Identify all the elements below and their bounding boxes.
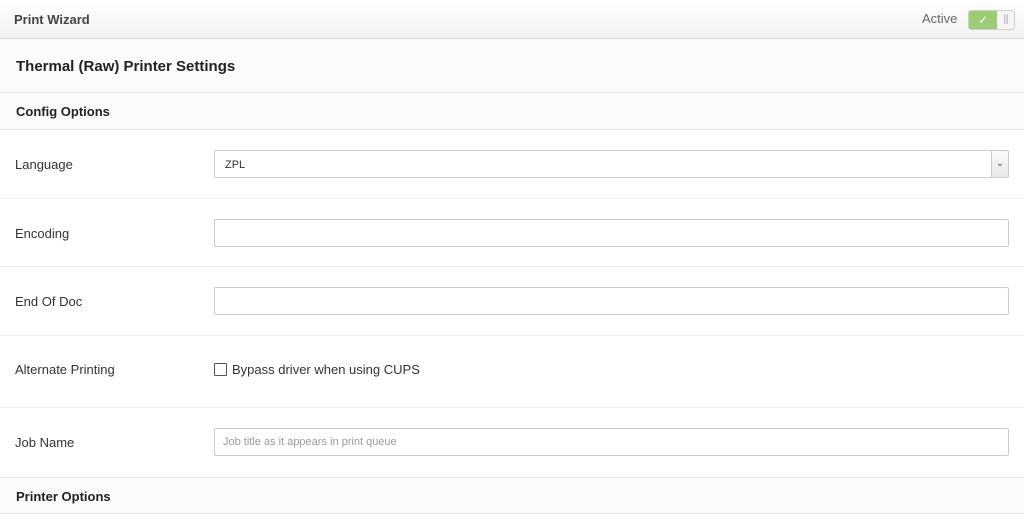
printer-options-header: Printer Options: [0, 477, 1024, 514]
active-toggle[interactable]: ✓ |||: [968, 10, 1015, 30]
panel-header: Thermal (Raw) Printer Settings: [0, 39, 1024, 93]
encoding-input[interactable]: [214, 219, 1009, 247]
toggle-grip-icon: |||: [1003, 14, 1009, 25]
language-label: Language: [15, 157, 73, 172]
encoding-label: Encoding: [15, 226, 70, 241]
language-row: Language ZPL ⌄: [0, 130, 1024, 199]
end-of-doc-input[interactable]: [214, 287, 1009, 315]
job-name-row: Job Name: [0, 408, 1024, 477]
chevron-down-icon[interactable]: ⌄: [991, 151, 1008, 177]
alternate-printing-label: Alternate Printing: [15, 362, 115, 377]
print-wizard-page: Print Wizard Active ✓ ||| Thermal (Raw) …: [0, 0, 1024, 529]
language-selected-value: ZPL: [225, 159, 246, 171]
end-of-doc-label: End Of Doc: [15, 294, 83, 309]
printer-options-title: Printer Options: [16, 489, 111, 504]
checkmark-icon: ✓: [969, 11, 997, 29]
language-select[interactable]: ZPL ⌄: [214, 150, 1009, 178]
bypass-driver-checkbox[interactable]: [214, 363, 227, 376]
encoding-row: Encoding: [0, 199, 1024, 267]
job-name-input[interactable]: [214, 428, 1009, 456]
bypass-driver-label[interactable]: Bypass driver when using CUPS: [232, 362, 420, 377]
panel-title: Thermal (Raw) Printer Settings: [16, 58, 236, 75]
app-title: Print Wizard: [14, 12, 90, 27]
alternate-printing-row: Alternate Printing Bypass driver when us…: [0, 336, 1024, 408]
top-bar: Print Wizard Active ✓ |||: [0, 0, 1024, 39]
end-of-doc-row: End Of Doc: [0, 267, 1024, 336]
config-options-header: Config Options: [0, 93, 1024, 130]
active-label: Active: [922, 11, 958, 26]
job-name-label: Job Name: [15, 435, 75, 450]
config-options-title: Config Options: [16, 104, 110, 119]
